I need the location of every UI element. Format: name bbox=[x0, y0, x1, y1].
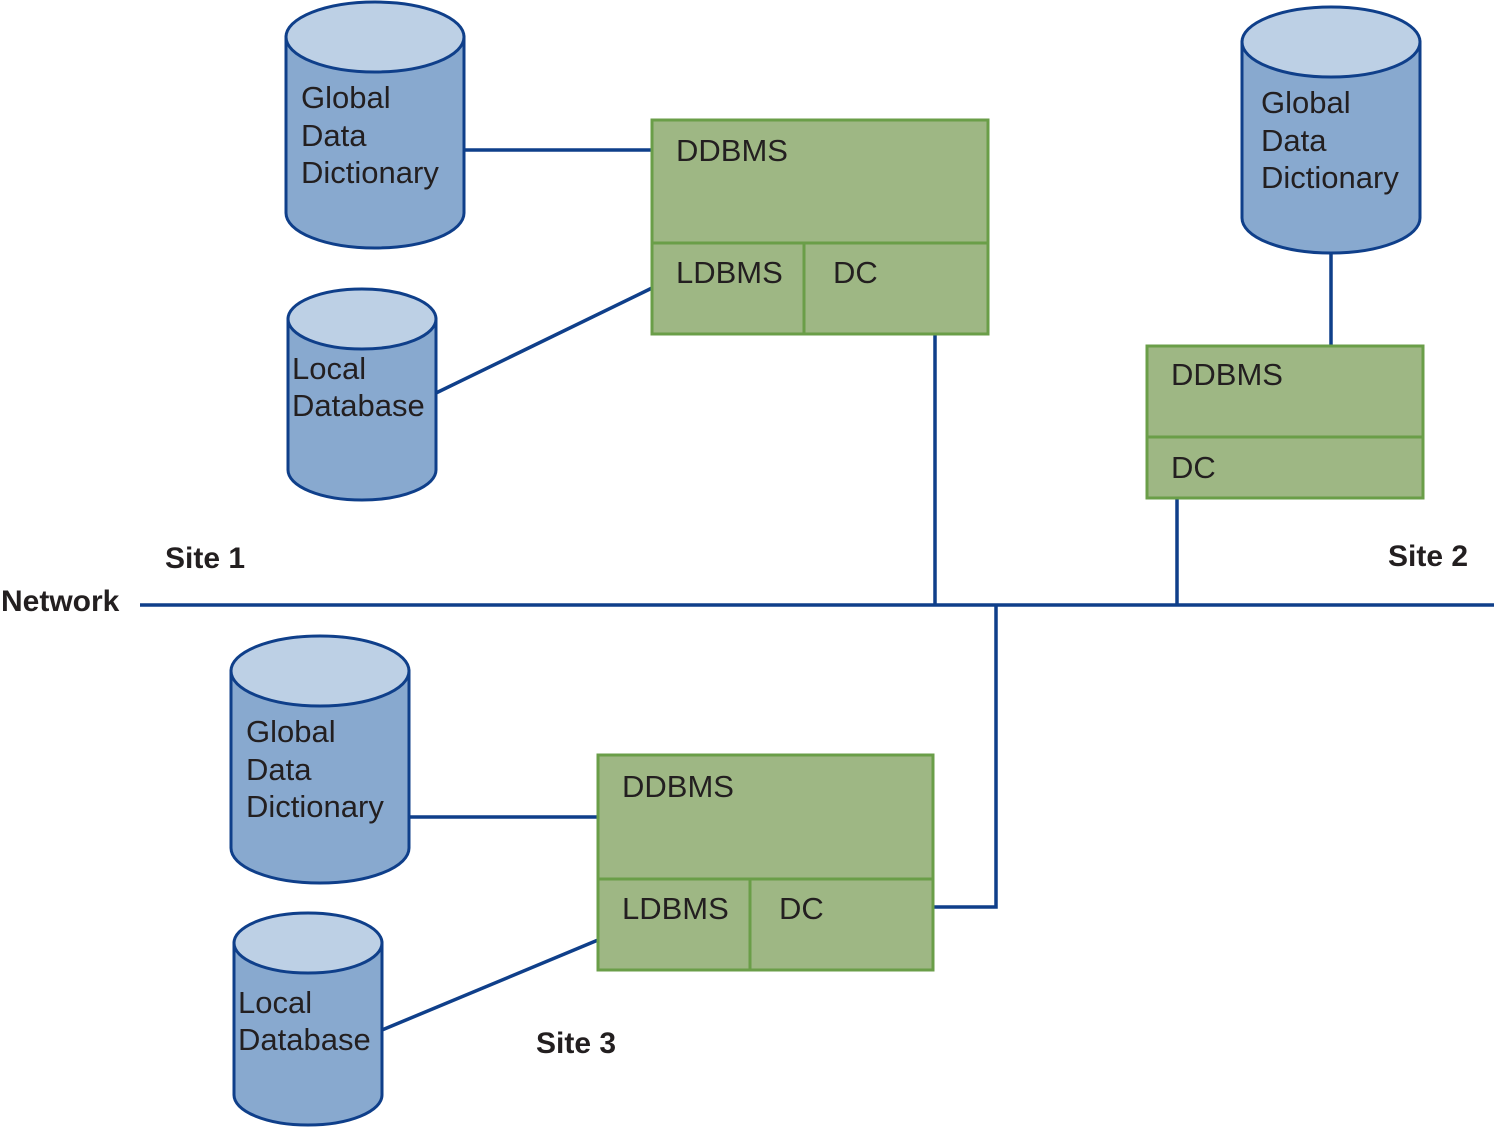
site1-ddbms-box: DDBMS LDBMS DC bbox=[650, 118, 990, 336]
ddbms-label: DDBMS bbox=[1171, 357, 1283, 392]
connector-site3-network bbox=[933, 605, 998, 909]
connector-site1-ldb bbox=[435, 286, 653, 395]
site2-ddbms-box: DDBMS DC bbox=[1145, 344, 1425, 500]
site2-label: Site 2 bbox=[1388, 540, 1468, 573]
gdd-label: Global bbox=[1261, 85, 1351, 120]
dc-label: DC bbox=[1171, 450, 1216, 485]
ddbms-label: DDBMS bbox=[622, 769, 734, 804]
gdd-label: Data bbox=[1261, 123, 1327, 158]
ddbms-label: DDBMS bbox=[676, 133, 788, 168]
site2-global-data-dictionary: Global Data Dictionary bbox=[1240, 5, 1422, 255]
gdd-label: Dictionary bbox=[1261, 160, 1399, 195]
ldbms-label: LDBMS bbox=[622, 891, 729, 926]
site1-local-database: Local Database bbox=[286, 287, 438, 502]
gdd-label: Global bbox=[301, 80, 391, 115]
gdd-label: Dictionary bbox=[301, 155, 439, 190]
gdd-label: Global bbox=[246, 714, 336, 749]
site3-ddbms-box: DDBMS LDBMS DC bbox=[596, 753, 935, 972]
site1-label: Site 1 bbox=[165, 542, 245, 575]
ldb-label: Local bbox=[238, 985, 312, 1020]
dc-label: DC bbox=[779, 891, 824, 926]
distributed-dbms-diagram: Global Data Dictionary Local Database DD… bbox=[1, 0, 1494, 1127]
dc-label: DC bbox=[833, 255, 878, 290]
gdd-label: Dictionary bbox=[246, 789, 384, 824]
ldb-label: Database bbox=[238, 1022, 371, 1057]
connector-site3-ldb bbox=[381, 938, 599, 1032]
site3-local-database: Local Database bbox=[232, 911, 384, 1127]
site3-global-data-dictionary: Global Data Dictionary bbox=[229, 634, 411, 885]
ldb-label: Database bbox=[292, 388, 425, 423]
gdd-label: Data bbox=[301, 118, 367, 153]
site3-label: Site 3 bbox=[536, 1027, 616, 1060]
site1-global-data-dictionary: Global Data Dictionary bbox=[284, 0, 466, 250]
network-label: Network bbox=[1, 585, 120, 618]
ldbms-label: LDBMS bbox=[676, 255, 783, 290]
gdd-label: Data bbox=[246, 752, 312, 787]
ldb-label: Local bbox=[292, 351, 366, 386]
